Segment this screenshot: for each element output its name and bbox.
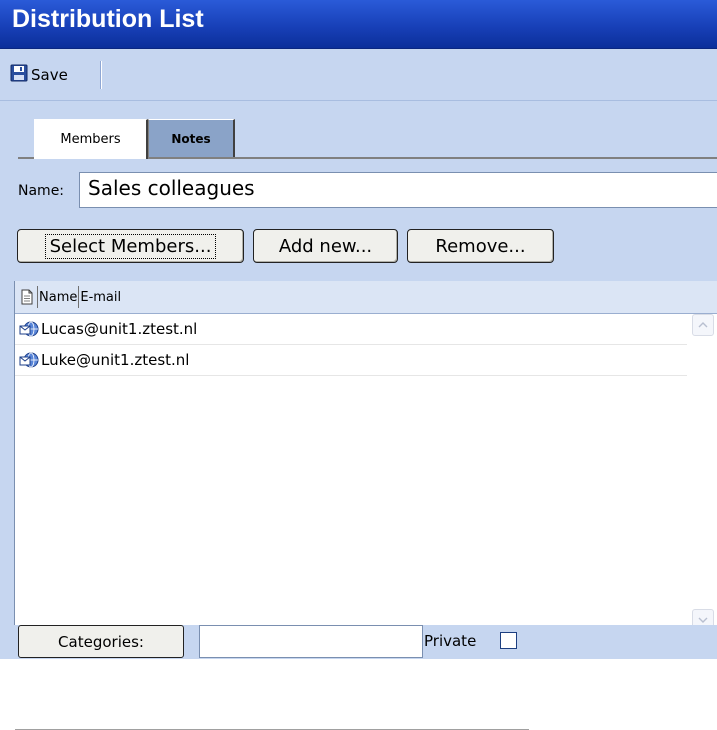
floppy-disk-icon [10, 64, 28, 86]
select-members-button[interactable]: Select Members... [17, 229, 244, 263]
footer-bar: Categories: Private [0, 625, 717, 659]
list-header: Name E-mail [15, 281, 717, 314]
members-list[interactable]: Name E-mail Lucas@unit1.ztest.nl Luke@un… [14, 281, 717, 730]
vertical-scrollbar[interactable] [690, 314, 717, 631]
tab-strip: Members Notes [0, 101, 717, 159]
categories-label: Categories: [58, 632, 144, 651]
email-contact-icon [19, 351, 39, 369]
tab-members-label: Members [60, 132, 121, 147]
categories-button[interactable]: Categories: [18, 625, 184, 658]
toolbar: Save [0, 49, 717, 101]
chevron-down-icon [698, 617, 708, 623]
remove-label: Remove... [435, 235, 526, 257]
email-contact-icon [19, 320, 39, 338]
window-title: Distribution List [12, 5, 204, 33]
save-button[interactable]: Save [10, 63, 68, 87]
list-item[interactable]: Lucas@unit1.ztest.nl [15, 314, 687, 345]
categories-field[interactable] [199, 625, 423, 658]
select-members-label: Select Members... [44, 233, 217, 259]
column-separator[interactable] [37, 286, 38, 308]
member-email: Luke@unit1.ztest.nl [41, 351, 190, 369]
chevron-up-icon [698, 322, 708, 328]
members-panel: Name: Sales colleagues Select Members...… [0, 159, 717, 730]
column-header-email[interactable]: E-mail [79, 290, 121, 305]
title-bar: Distribution List [0, 0, 717, 49]
scroll-up-button[interactable] [692, 314, 714, 336]
toolbar-separator [100, 61, 102, 89]
tab-notes-label: Notes [171, 131, 211, 146]
document-icon [21, 289, 33, 305]
name-field[interactable]: Sales colleagues [79, 172, 717, 208]
name-label: Name: [18, 183, 65, 199]
add-new-button[interactable]: Add new... [253, 229, 398, 263]
tab-members[interactable]: Members [34, 119, 148, 159]
column-header-name[interactable]: Name [39, 290, 78, 305]
add-new-label: Add new... [278, 235, 373, 257]
tab-notes[interactable]: Notes [148, 119, 235, 157]
save-label: Save [31, 66, 68, 84]
remove-button[interactable]: Remove... [407, 229, 554, 263]
private-label: Private [424, 632, 477, 650]
private-checkbox[interactable] [500, 632, 517, 649]
member-email: Lucas@unit1.ztest.nl [41, 320, 198, 338]
list-item[interactable]: Luke@unit1.ztest.nl [15, 345, 687, 376]
